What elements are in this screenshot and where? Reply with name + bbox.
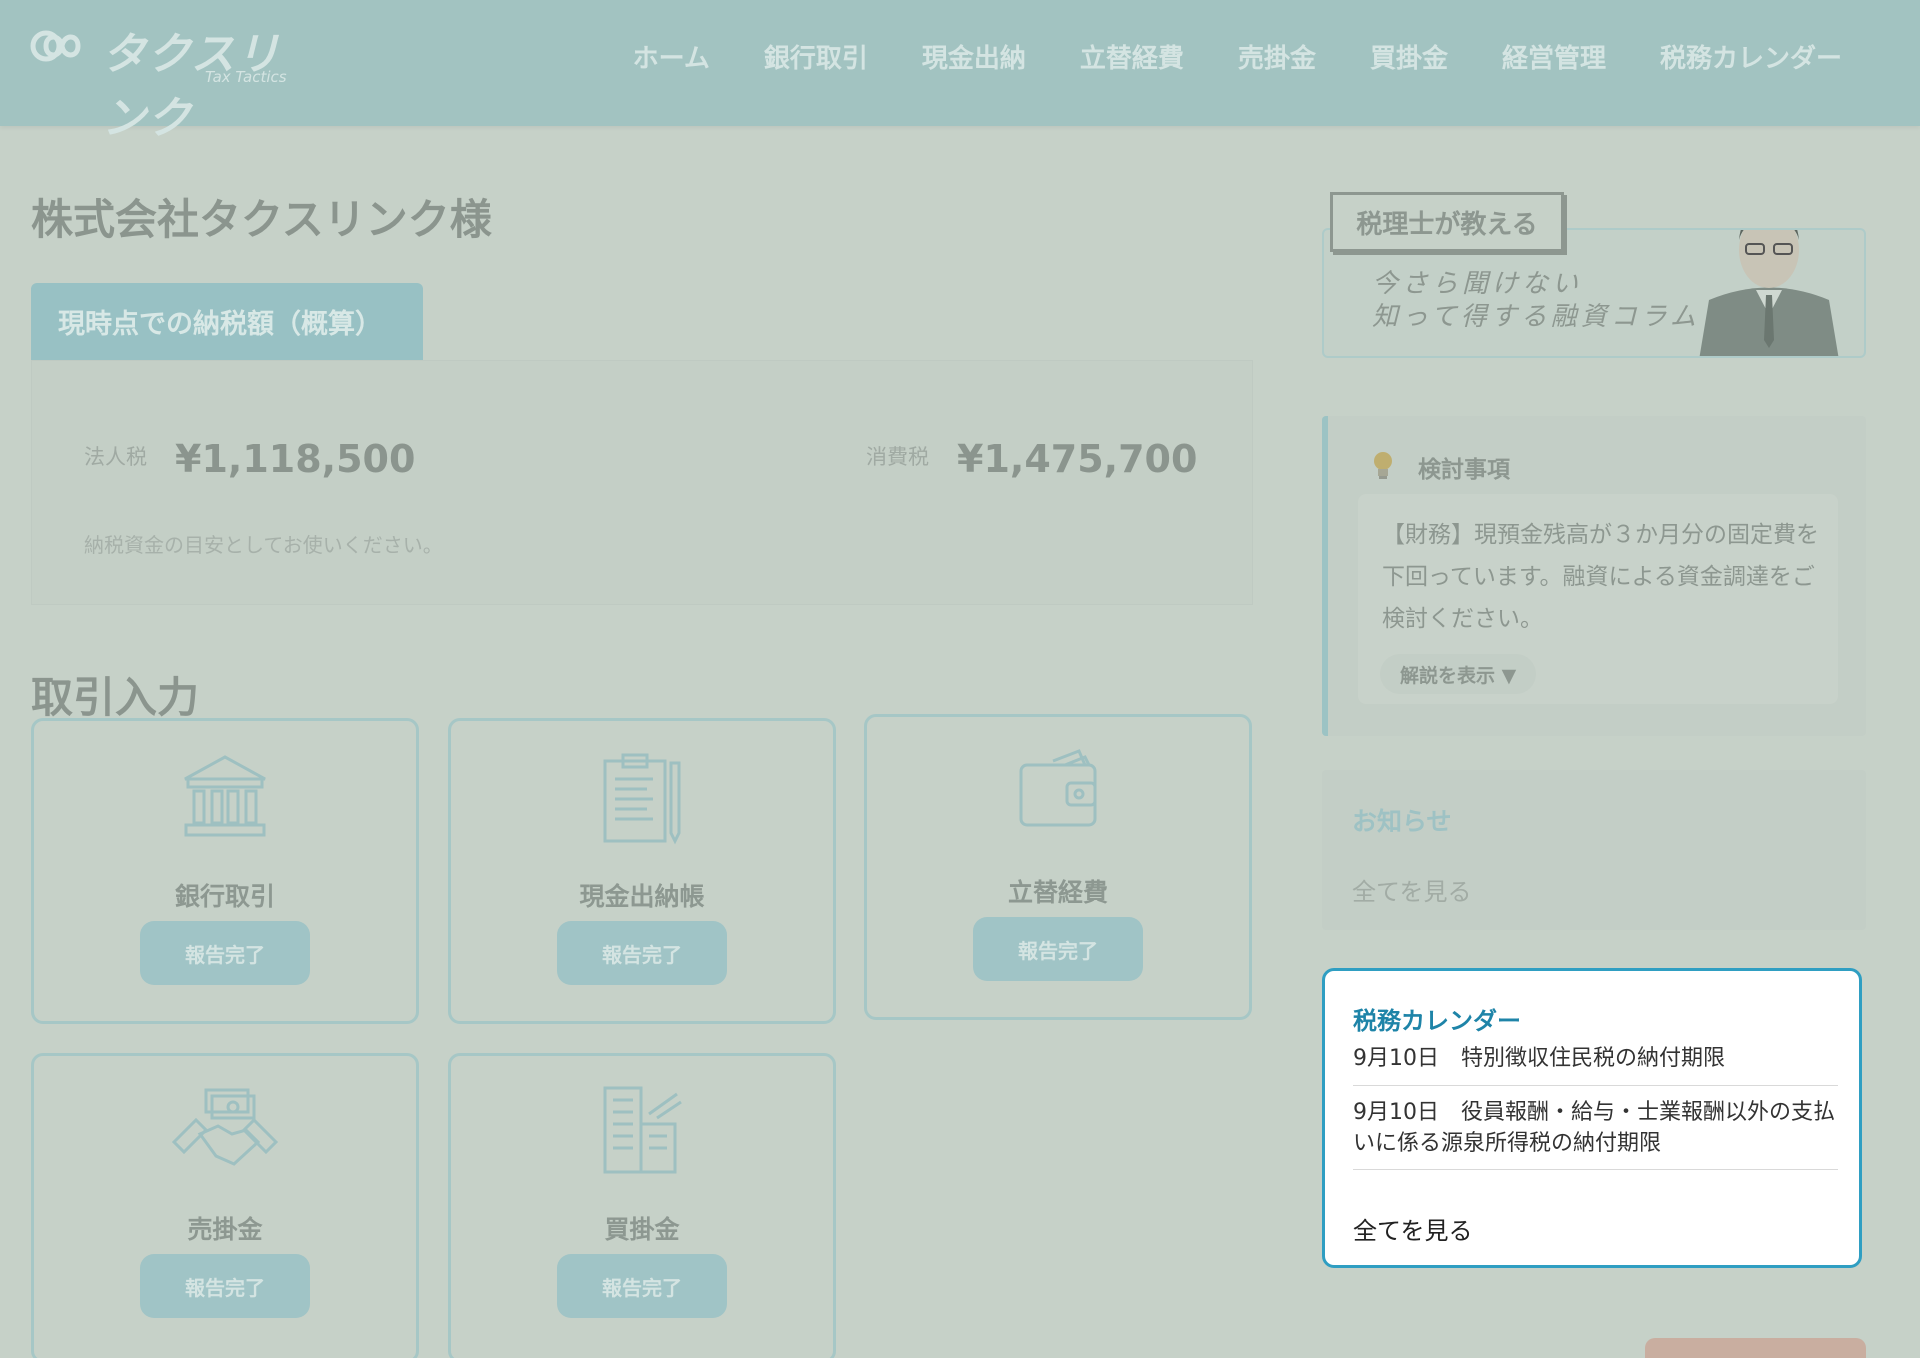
banner-line-2: 知って得する融資コラム <box>1372 302 1700 332</box>
banner-text: 今さら聞けない 知って得する融資コラム <box>1372 268 1700 334</box>
bank-icon <box>184 755 266 837</box>
explain-toggle-button[interactable]: 解説を表示 ▼ <box>1380 654 1537 694</box>
consideration-box: 【財務】現預金残高が３か月分の固定費を下回っています。融資による資金調達をご検討… <box>1358 494 1838 704</box>
infinity-logo-icon <box>30 30 81 62</box>
floating-action-button[interactable] <box>1645 1338 1866 1358</box>
consideration-panel: 検討事項 【財務】現預金残高が３か月分の固定費を下回っています。融資による資金調… <box>1322 416 1866 736</box>
header: タクスリンク Tax Tactics ホーム 銀行取引 現金出納 立替経費 売掛… <box>0 0 1920 144</box>
card-payable-label: 買掛金 <box>604 1215 680 1244</box>
building-icon <box>603 1086 682 1174</box>
notice-view-all-link[interactable]: 全てを見る <box>1352 872 1472 907</box>
nav-management[interactable]: 経営管理 <box>1502 38 1606 75</box>
lightbulb-icon <box>1374 452 1392 479</box>
corporate-tax-label: 法人税 <box>84 445 147 469</box>
consideration-title: 検討事項 <box>1418 457 1510 483</box>
banner-line-1: 今さら聞けない <box>1372 269 1583 299</box>
transactions-title: 取引入力 <box>31 673 200 722</box>
nav-bank[interactable]: 銀行取引 <box>764 38 868 75</box>
card-expense-report-button[interactable]: 報告完了 <box>973 917 1143 981</box>
card-cash-label: 現金出納帳 <box>579 882 705 911</box>
nav-expense[interactable]: 立替経費 <box>1080 38 1184 75</box>
card-cash-report-button[interactable]: 報告完了 <box>557 921 727 985</box>
wallet-icon <box>1019 749 1097 827</box>
nav-cash[interactable]: 現金出納 <box>922 38 1026 75</box>
consumption-tax-label: 消費税 <box>866 445 929 469</box>
calendar-item[interactable]: 9月10日 役員報酬・給与・士業報酬以外の支払いに係る源泉所得税の納付期限 <box>1353 1097 1838 1159</box>
tax-tab[interactable]: 現時点での納税額（概算） <box>31 283 423 360</box>
card-payable[interactable]: 買掛金 報告完了 <box>448 1053 836 1358</box>
card-bank-report-button[interactable]: 報告完了 <box>140 921 310 985</box>
nav-tax-calendar[interactable]: 税務カレンダー <box>1660 38 1842 75</box>
notice-title: お知らせ <box>1352 807 1452 836</box>
card-expense-label: 立替経費 <box>1007 878 1108 907</box>
nav-receivable[interactable]: 売掛金 <box>1238 38 1316 75</box>
calendar-divider <box>1353 1085 1838 1086</box>
clipboard-icon <box>603 753 681 845</box>
nav-home[interactable]: ホーム <box>633 38 710 75</box>
tax-calendar-title: 税務カレンダー <box>1353 1007 1521 1035</box>
banner-speech-bubble: 税理士が教える <box>1330 192 1564 252</box>
advisor-avatar-icon <box>1699 230 1839 356</box>
corporate-tax-amount: ¥1,118,500 <box>175 437 416 481</box>
company-name: 株式会社タクスリンク様 <box>31 195 492 244</box>
card-receivable[interactable]: 売掛金 報告完了 <box>31 1053 419 1358</box>
logo-subtitle: Tax Tactics <box>205 68 287 86</box>
card-expense[interactable]: 立替経費 報告完了 <box>864 714 1252 1020</box>
tax-note: 納税資金の目安としてお使いください。 <box>84 533 443 557</box>
handshake-icon <box>171 1088 279 1166</box>
card-bank[interactable]: 銀行取引 報告完了 <box>31 718 419 1024</box>
tax-panel: 法人税 ¥1,118,500 消費税 ¥1,475,700 納税資金の目安として… <box>31 360 1253 605</box>
calendar-divider <box>1353 1169 1838 1170</box>
card-receivable-report-button[interactable]: 報告完了 <box>140 1254 310 1318</box>
calendar-view-all-link[interactable]: 全てを見る <box>1353 1211 1473 1246</box>
tax-calendar-panel: 税務カレンダー 9月10日 特別徴収住民税の納付期限 9月10日 役員報酬・給与… <box>1322 968 1862 1268</box>
card-cash[interactable]: 現金出納帳 報告完了 <box>448 718 836 1024</box>
main-nav: ホーム 銀行取引 現金出納 立替経費 売掛金 買掛金 経営管理 税務カレンダー <box>633 38 1842 75</box>
consumption-tax-amount: ¥1,475,700 <box>957 437 1198 481</box>
card-payable-report-button[interactable]: 報告完了 <box>557 1254 727 1318</box>
calendar-item[interactable]: 9月10日 特別徴収住民税の納付期限 <box>1353 1043 1838 1074</box>
logo[interactable]: タクスリンク Tax Tactics <box>30 18 300 144</box>
notice-panel: お知らせ 全てを見る <box>1322 770 1866 930</box>
consideration-text: 【財務】現預金残高が３か月分の固定費を下回っています。融資による資金調達をご検討… <box>1382 522 1819 632</box>
nav-payable[interactable]: 買掛金 <box>1370 38 1448 75</box>
card-receivable-label: 売掛金 <box>187 1215 263 1244</box>
card-bank-label: 銀行取引 <box>174 882 275 911</box>
